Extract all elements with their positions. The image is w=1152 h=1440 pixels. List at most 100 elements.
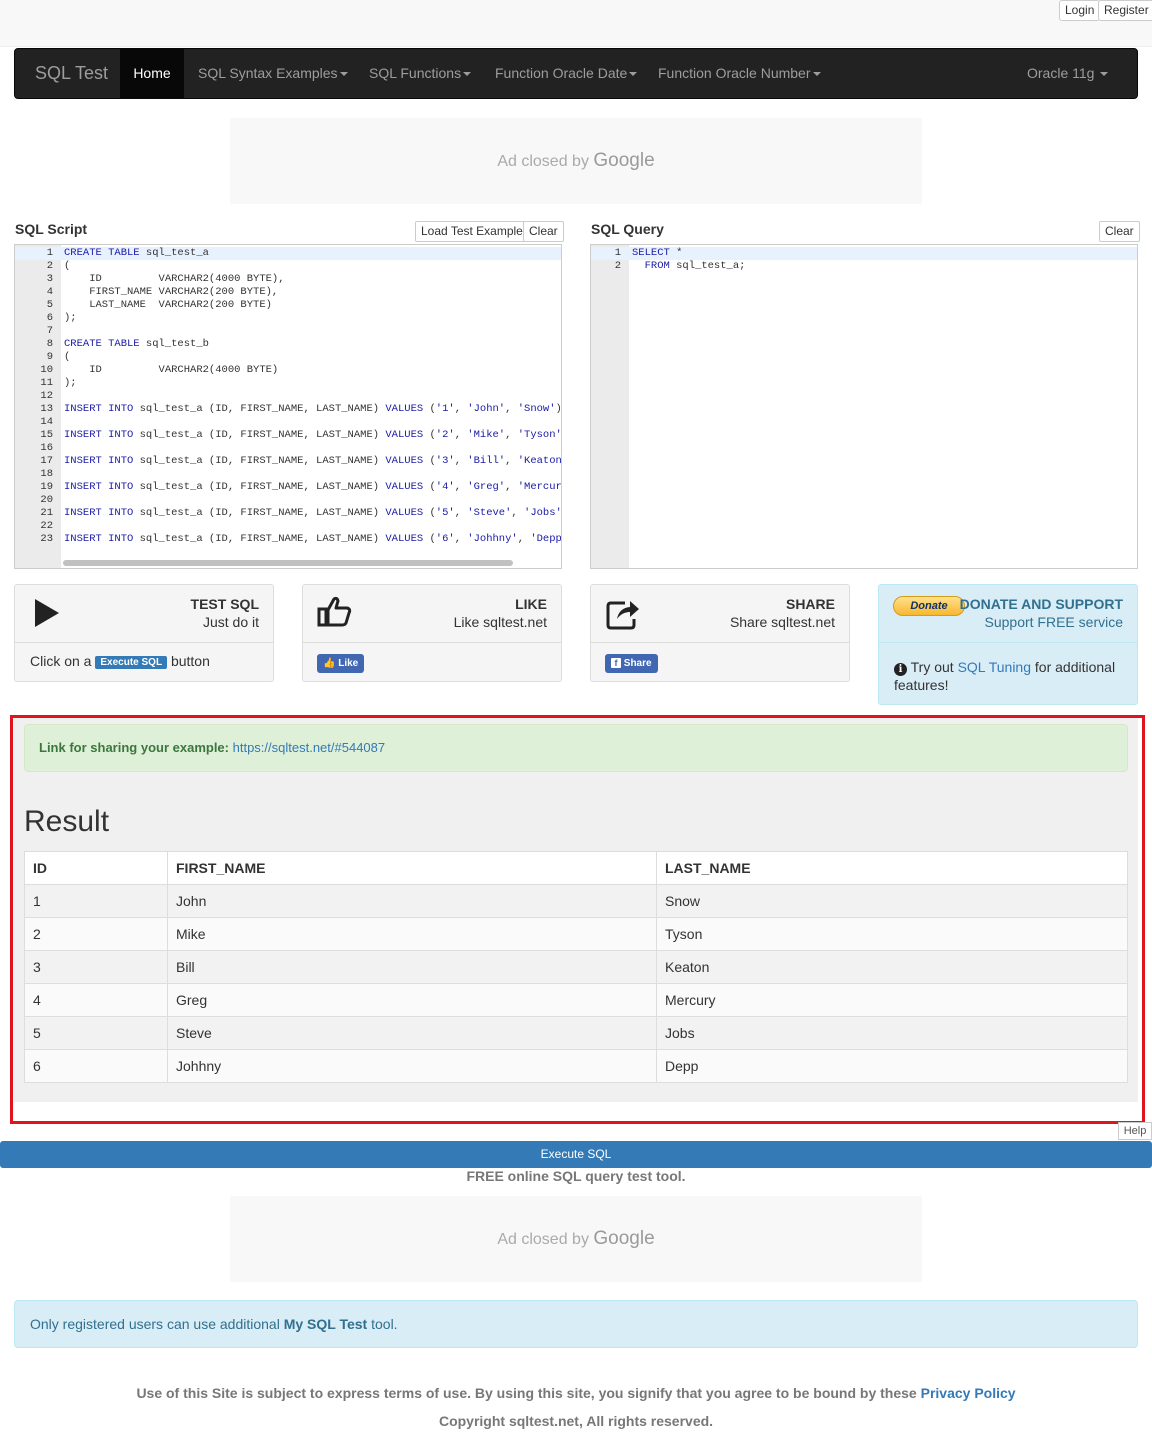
code-text: SELECT * (632, 247, 683, 259)
code-line: 1 CREATE TABLE sql_test_a (15, 247, 561, 260)
execute-sql-badge: Execute SQL (95, 655, 168, 669)
line-number: 8 (46, 338, 53, 350)
code-line: 16 (15, 442, 561, 455)
code-line: 21 INSERT INTO sql_test_a (ID, FIRST_NAME… (15, 507, 561, 520)
line-number: 9 (46, 351, 53, 363)
code-text: LAST_NAME VARCHAR2(200 BYTE) (64, 299, 272, 311)
code-line: 17 INSERT INTO sql_test_a (ID, FIRST_NAME… (15, 455, 561, 468)
code-line: 2 FROM sql_test_a; (591, 260, 1137, 273)
line-number: 12 (40, 390, 53, 402)
line-gutter (591, 245, 629, 568)
code-text: INSERT INTO sql_test_a (ID, FIRST_NAME, … (64, 507, 562, 519)
code-text: FIRST_NAME VARCHAR2(200 BYTE), (64, 286, 279, 298)
test-sql-box: TEST SQL Just do it Click on a Execute S… (14, 584, 274, 682)
info-circle-icon: i (894, 663, 907, 676)
like-title: LIKE (515, 596, 547, 612)
footer-terms: Use of this Site is subject to express t… (136, 1385, 1016, 1401)
line-number: 18 (40, 468, 53, 480)
nav-function-oracle-date[interactable]: Function Oracle Date (495, 49, 638, 98)
script-clear-button[interactable]: Clear (523, 221, 564, 242)
login-button[interactable]: Login (1059, 0, 1101, 21)
facebook-f-icon: f (611, 658, 621, 668)
share-icon (606, 601, 639, 630)
sql-tuning-hint: i Try out SQL Tuning for additional feat… (894, 659, 1116, 693)
load-test-example-button[interactable]: Load Test Example (415, 221, 529, 242)
code-text: ( (64, 260, 71, 272)
share-subtitle: Share sqltest.net (729, 614, 835, 630)
code-line: 2( (15, 260, 561, 273)
code-line: 5 LAST_NAME VARCHAR2(200 BYTE) (15, 299, 561, 312)
code-line: 10 ID VARCHAR2(4000 BYTE) (15, 364, 561, 377)
share-box: SHARE Share sqltest.net f Share (590, 584, 850, 682)
ad-banner-bottom: Ad closed by Google (230, 1196, 922, 1282)
code-line: 22 (15, 520, 561, 533)
line-number: 19 (40, 481, 53, 493)
nav-sql-functions[interactable]: SQL Functions (369, 49, 472, 98)
line-number: 11 (40, 377, 53, 389)
donate-box: Donate DONATE AND SUPPORT Support FREE s… (878, 584, 1138, 705)
code-text: CREATE TABLE sql_test_a (64, 247, 209, 259)
code-text: INSERT INTO sql_test_a (ID, FIRST_NAME, … (64, 403, 562, 415)
brand-logo[interactable]: SQL Test (35, 63, 108, 84)
horizontal-scrollbar[interactable] (63, 560, 513, 566)
footer-copyright: Copyright sqltest.net, All rights reserv… (438, 1413, 714, 1429)
line-number: 20 (40, 494, 53, 506)
code-line: 3 ID VARCHAR2(4000 BYTE), (15, 273, 561, 286)
code-line: 19 INSERT INTO sql_test_a (ID, FIRST_NAME… (15, 481, 561, 494)
line-number: 3 (46, 273, 53, 285)
code-line: 1 SELECT * (591, 247, 1137, 260)
code-line: 11); (15, 377, 561, 390)
code-text: ); (64, 377, 77, 389)
nav-function-oracle-number[interactable]: Function Oracle Number (658, 49, 821, 98)
line-number: 1 (46, 247, 53, 259)
execute-sql-button[interactable]: Execute SQL (0, 1141, 1152, 1168)
ad-text: Ad closed by (497, 153, 589, 170)
code-text: CREATE TABLE sql_test_b (64, 338, 209, 350)
sql-script-editor[interactable]: 1 CREATE TABLE sql_test_a 2(3 ID VARCHAR2(… (14, 244, 562, 569)
highlight-frame (10, 715, 1145, 1124)
code-text: INSERT INTO sql_test_a (ID, FIRST_NAME, … (64, 429, 562, 441)
sql-script-title: SQL Script (15, 221, 88, 237)
line-number: 21 (40, 507, 53, 519)
like-subtitle: Like sqltest.net (453, 614, 547, 630)
google-logo: Google (593, 150, 655, 171)
line-number: 2 (46, 260, 53, 272)
test-sql-hint: Click on a Execute SQL button (30, 653, 210, 669)
line-number: 5 (46, 299, 53, 311)
line-number: 10 (40, 364, 53, 376)
privacy-policy-link[interactable]: Privacy Policy (921, 1385, 1016, 1401)
code-line: 7 (15, 325, 561, 338)
code-line: 4 FIRST_NAME VARCHAR2(200 BYTE), (15, 286, 561, 299)
caret-down-icon (812, 72, 821, 77)
code-line: 15 INSERT INTO sql_test_a (ID, FIRST_NAME… (15, 429, 561, 442)
caret-down-icon (339, 72, 348, 77)
sql-query-editor[interactable]: 1 SELECT * 2 FROM sql_test_a; (590, 244, 1138, 569)
tagline: FREE online SQL query test tool. (466, 1168, 686, 1184)
caret-down-icon (463, 72, 472, 77)
facebook-share-button[interactable]: f Share (605, 654, 658, 673)
nav-home[interactable]: Home (120, 49, 184, 98)
sql-tuning-link[interactable]: SQL Tuning (958, 659, 1031, 675)
code-text: ( (64, 351, 71, 363)
facebook-like-button[interactable]: 👍 Like (317, 654, 365, 673)
line-number: 22 (40, 520, 53, 532)
top-auth-bar: Login Register (0, 0, 1152, 47)
code-line: 18 (15, 468, 561, 481)
code-text: INSERT INTO sql_test_a (ID, FIRST_NAME, … (64, 455, 562, 467)
help-button[interactable]: Help (1118, 1122, 1152, 1140)
my-sql-test-link[interactable]: My SQL Test (284, 1316, 368, 1332)
code-line: 12 (15, 390, 561, 403)
code-text: ID VARCHAR2(4000 BYTE), (64, 273, 285, 285)
code-text: FROM sql_test_a; (644, 260, 746, 272)
nav-sql-syntax-examples[interactable]: SQL Syntax Examples (198, 49, 348, 98)
code-line: 13 INSERT INTO sql_test_a (ID, FIRST_NAME… (15, 403, 561, 416)
nav-db-version[interactable]: Oracle 11g (1027, 49, 1109, 98)
query-clear-button[interactable]: Clear (1099, 221, 1140, 242)
line-number: 4 (46, 286, 53, 298)
donate-button[interactable]: Donate (893, 596, 965, 616)
thumbs-up-icon (317, 596, 352, 627)
line-number: 14 (40, 416, 53, 428)
test-sql-subtitle: Just do it (202, 614, 259, 630)
register-button[interactable]: Register (1098, 0, 1152, 21)
sql-query-title: SQL Query (591, 221, 664, 237)
